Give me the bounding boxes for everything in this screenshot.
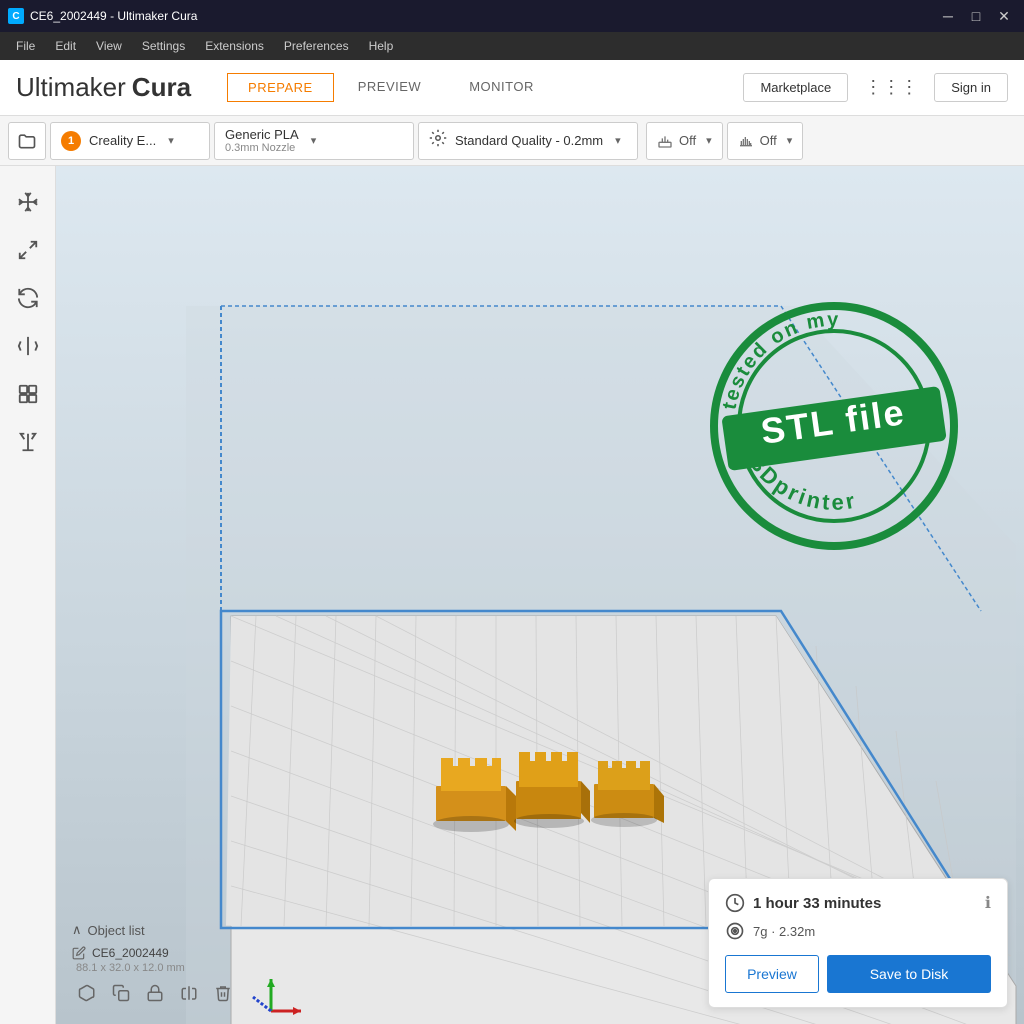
adhesion-chevron-icon: ▾ — [787, 134, 793, 147]
object-list-item: CE6_2002449 — [72, 944, 272, 962]
logo-ultimaker: Ultimaker — [16, 72, 126, 103]
app-logo: Ultimaker Cura — [16, 72, 191, 103]
printer-chevron-icon: ▾ — [168, 134, 174, 147]
print-time-text: 1 hour 33 minutes — [753, 895, 977, 912]
maximize-button[interactable]: □ — [964, 4, 988, 28]
menu-help[interactable]: Help — [361, 35, 402, 57]
support-selector[interactable]: Off ▾ — [646, 122, 723, 160]
material-selector[interactable]: Generic PLA 0.3mm Nozzle ▾ — [214, 122, 414, 160]
object-dimensions: 88.1 x 32.0 x 12.0 mm — [72, 962, 272, 974]
left-toolbar — [0, 166, 56, 1024]
object-lock-button[interactable] — [140, 978, 170, 1008]
material-chevron-icon: ▾ — [311, 134, 317, 147]
object-delete-button[interactable] — [208, 978, 238, 1008]
header: Ultimaker Cura PREPARE PREVIEW MONITOR M… — [0, 60, 1024, 116]
close-button[interactable]: ✕ — [992, 4, 1016, 28]
object-merge-button[interactable] — [174, 978, 204, 1008]
title-bar: C CE6_2002449 - Ultimaker Cura ─ □ ✕ — [0, 0, 1024, 32]
menu-preferences[interactable]: Preferences — [276, 35, 357, 57]
edit-icon — [72, 946, 86, 960]
tab-monitor[interactable]: MONITOR — [445, 71, 558, 104]
save-to-disk-button[interactable]: Save to Disk — [827, 955, 991, 993]
info-icon[interactable]: ℹ — [985, 893, 991, 913]
menu-file[interactable]: File — [8, 35, 43, 57]
menu-extensions[interactable]: Extensions — [197, 35, 272, 57]
printer-selector[interactable]: 1 Creality E... ▾ — [50, 122, 210, 160]
chevron-up-icon: ∧ — [72, 922, 82, 938]
tab-preview[interactable]: PREVIEW — [334, 71, 445, 104]
print-info-panel: 1 hour 33 minutes ℹ 7g · 2.32m Preview S… — [708, 878, 1008, 1008]
quality-chevron-icon: ▾ — [615, 134, 621, 147]
scale-tool-button[interactable] — [8, 230, 48, 270]
quality-selector[interactable]: Standard Quality - 0.2mm ▾ — [418, 122, 638, 160]
folder-button[interactable] — [8, 122, 46, 160]
support-selectors: Off ▾ Off ▾ — [646, 122, 803, 160]
print-time-row: 1 hour 33 minutes ℹ — [725, 893, 991, 913]
menu-edit[interactable]: Edit — [47, 35, 84, 57]
object-name: CE6_2002449 — [92, 946, 169, 960]
preview-button[interactable]: Preview — [725, 955, 819, 993]
move-tool-button[interactable] — [8, 182, 48, 222]
menu-bar: File Edit View Settings Extensions Prefe… — [0, 32, 1024, 60]
support-chevron-icon: ▾ — [706, 134, 712, 147]
rotate-tool-button[interactable] — [8, 278, 48, 318]
object-list-label: Object list — [88, 923, 145, 938]
main-content: tested on my 3Dprinter STL file — [0, 166, 1024, 1024]
support-label: Off — [679, 133, 696, 148]
viewport[interactable]: tested on my 3Dprinter STL file — [56, 166, 1024, 1024]
window-title: CE6_2002449 - Ultimaker Cura — [30, 9, 197, 23]
adhesion-label: Off — [760, 133, 777, 148]
action-buttons: Preview Save to Disk — [725, 955, 991, 993]
adhesion-selector[interactable]: Off ▾ — [727, 122, 804, 160]
filament-icon — [725, 921, 745, 941]
clock-icon — [725, 893, 745, 913]
marketplace-button[interactable]: Marketplace — [743, 73, 848, 102]
support-tool-button[interactable] — [8, 422, 48, 462]
signin-button[interactable]: Sign in — [934, 73, 1008, 102]
object-action-icons — [72, 978, 272, 1008]
material-usage-row: 7g · 2.32m — [725, 921, 991, 941]
title-bar-controls: ─ □ ✕ — [936, 4, 1016, 28]
object-view-button[interactable] — [72, 978, 102, 1008]
object-list-header[interactable]: ∧ Object list — [72, 922, 272, 938]
material-usage-text: 7g · 2.32m — [753, 924, 815, 939]
printer-name: Creality E... — [89, 133, 156, 148]
object-duplicate-button[interactable] — [106, 978, 136, 1008]
secondary-toolbar: 1 Creality E... ▾ Generic PLA 0.3mm Nozz… — [0, 116, 1024, 166]
stl-stamp: tested on my 3Dprinter STL file — [704, 296, 964, 556]
material-info: Generic PLA 0.3mm Nozzle — [225, 127, 299, 154]
material-name: Generic PLA — [225, 127, 299, 142]
tab-prepare[interactable]: PREPARE — [227, 73, 334, 102]
menu-view[interactable]: View — [88, 35, 130, 57]
logo-cura: Cura — [132, 72, 191, 103]
app-icon: C — [8, 8, 24, 24]
header-right: Marketplace ⋮⋮⋮ Sign in — [743, 73, 1008, 102]
settings-icon — [429, 129, 447, 152]
object-list-panel: ∧ Object list CE6_2002449 88.1 x 32.0 x … — [72, 922, 272, 1008]
permodel-tool-button[interactable] — [8, 374, 48, 414]
grid-icon-button[interactable]: ⋮⋮⋮ — [860, 73, 922, 102]
quality-label: Standard Quality - 0.2mm — [455, 133, 603, 148]
nav-tabs: PREPARE PREVIEW MONITOR — [227, 71, 558, 104]
material-sub: 0.3mm Nozzle — [225, 142, 299, 154]
title-bar-left: C CE6_2002449 - Ultimaker Cura — [8, 8, 197, 24]
minimize-button[interactable]: ─ — [936, 4, 960, 28]
mirror-tool-button[interactable] — [8, 326, 48, 366]
menu-settings[interactable]: Settings — [134, 35, 193, 57]
printer-number: 1 — [61, 131, 81, 151]
